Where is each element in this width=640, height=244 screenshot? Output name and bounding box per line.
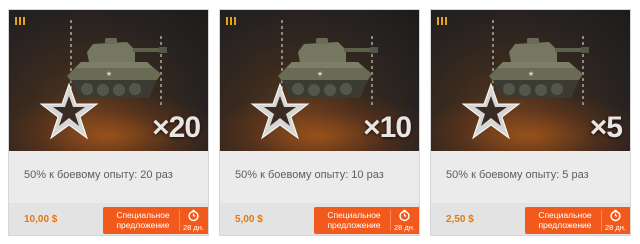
- offer-label: Специальное предложение: [538, 210, 592, 230]
- price-bar: 10,00 $ Специальное предложение 28 дн.: [9, 203, 208, 235]
- card-image[interactable]: ★ ×5: [431, 10, 630, 151]
- tier-badge-icon: [15, 17, 27, 26]
- card-description: 50% к боевому опыту: 20 раз: [24, 169, 173, 181]
- days-left-label: 28 дн.: [393, 223, 416, 232]
- tier-badge-icon: [437, 17, 449, 26]
- offer-card-1[interactable]: ★ ×20 50% к боевому опыту: 20 раз 10,00 …: [8, 9, 209, 236]
- offer-label: Специальное предложение: [116, 210, 170, 230]
- days-left-label: 28 дн.: [182, 223, 205, 232]
- offer-card-2[interactable]: ★ ×10 50% к боевому опыту: 10 раз 5,00 $…: [219, 9, 420, 236]
- special-offer-button[interactable]: Специальное предложение 28 дн.: [525, 207, 630, 234]
- tier-badge-icon: [226, 17, 238, 26]
- offer-label: Специальное предложение: [327, 210, 381, 230]
- card-description: 50% к боевому опыту: 10 раз: [235, 169, 384, 181]
- price-label: 2,50 $: [446, 214, 474, 225]
- price-bar: 2,50 $ Специальное предложение 28 дн.: [431, 203, 630, 235]
- card-image[interactable]: ★ ×20: [9, 10, 208, 151]
- star-icon: [39, 82, 99, 140]
- special-offer-button[interactable]: Специальное предложение 28 дн.: [314, 207, 419, 234]
- timer-icon: [610, 209, 621, 222]
- card-image[interactable]: ★ ×10: [220, 10, 419, 151]
- card-description: 50% к боевому опыту: 5 раз: [446, 169, 589, 181]
- svg-text:★: ★: [317, 70, 323, 78]
- offer-card-3[interactable]: ★ ×5 50% к боевому опыту: 5 раз 2,50 $ С…: [430, 9, 631, 236]
- svg-text:★: ★: [106, 70, 112, 78]
- svg-text:★: ★: [528, 70, 534, 78]
- multiplier-label: ×20: [152, 111, 201, 144]
- price-bar: 5,00 $ Специальное предложение 28 дн.: [220, 203, 419, 235]
- special-offer-button[interactable]: Специальное предложение 28 дн.: [103, 207, 208, 234]
- days-left-label: 28 дн.: [604, 223, 627, 232]
- price-label: 10,00 $: [24, 214, 58, 225]
- star-icon: [250, 82, 310, 140]
- multiplier-label: ×5: [589, 111, 623, 144]
- multiplier-label: ×10: [363, 111, 412, 144]
- timer-icon: [188, 209, 199, 222]
- price-label: 5,00 $: [235, 214, 263, 225]
- timer-icon: [399, 209, 410, 222]
- star-icon: [461, 82, 521, 140]
